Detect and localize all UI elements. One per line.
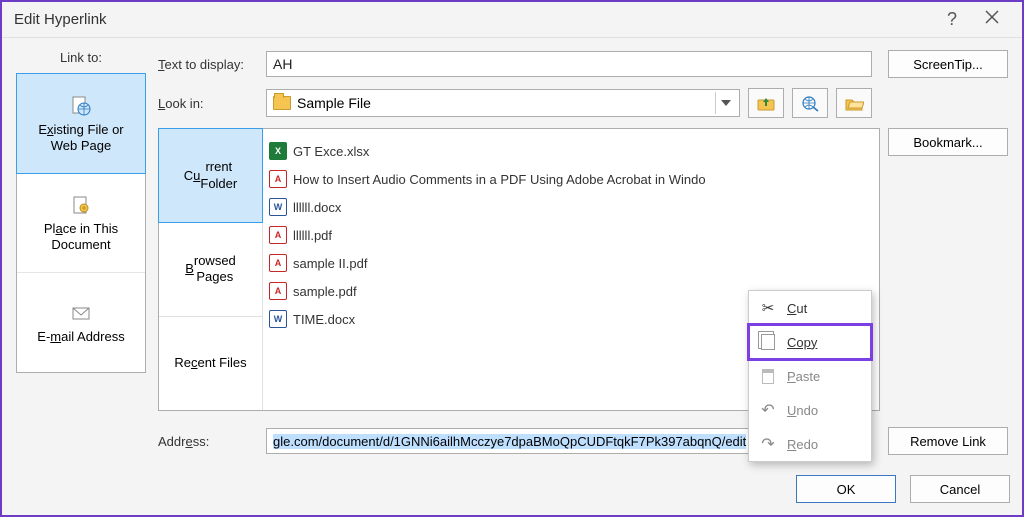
file-row[interactable]: AHow to Insert Audio Comments in a PDF U…	[269, 165, 873, 193]
cancel-button[interactable]: Cancel	[910, 475, 1010, 503]
look-in-value: Sample File	[297, 95, 709, 111]
file-row[interactable]: Wllllll.docx	[269, 193, 873, 221]
redo-icon	[759, 434, 777, 454]
context-cut[interactable]: Cut	[749, 291, 871, 325]
edit-hyperlink-dialog: Edit Hyperlink ? Link to: Existing File …	[0, 0, 1024, 517]
link-to-existing-label: Existing File orWeb Page	[38, 122, 123, 153]
look-in-dropdown[interactable]: Sample File	[266, 89, 740, 117]
look-in-label: Look in:	[158, 96, 258, 111]
context-menu: Cut Copy Paste Undo Redo	[748, 290, 872, 462]
pdf-icon: A	[269, 226, 287, 244]
link-to-existing-file[interactable]: Existing File orWeb Page	[16, 73, 146, 174]
close-button[interactable]	[972, 10, 1012, 29]
link-to-place-in-doc[interactable]: Place in ThisDocument	[17, 173, 145, 273]
context-redo: Redo	[749, 427, 871, 461]
browse-mode-tabs: CurrentFolder BrowsedPages Recent Files	[159, 129, 263, 410]
docx-icon: W	[269, 310, 287, 328]
pdf-icon: A	[269, 282, 287, 300]
link-to-label: Link to:	[60, 50, 102, 65]
file-row[interactable]: Allllll.pdf	[269, 221, 873, 249]
place-in-doc-icon	[69, 193, 93, 217]
clipboard-icon	[759, 369, 777, 384]
dialog-footer: OK Cancel	[796, 475, 1010, 503]
context-copy[interactable]: Copy	[749, 325, 871, 359]
ok-button[interactable]: OK	[796, 475, 896, 503]
copy-icon	[759, 334, 777, 350]
chevron-down-icon	[715, 92, 735, 114]
tab-recent-files[interactable]: Recent Files	[159, 317, 262, 410]
link-to-column: Link to: Existing File orWeb Page Place …	[16, 50, 146, 501]
help-button[interactable]: ?	[932, 9, 972, 30]
center-column: Text to display: ScreenTip... Look in: S…	[158, 50, 1008, 501]
file-row[interactable]: XGT Exce.xlsx	[269, 137, 873, 165]
address-label: Address:	[158, 434, 258, 449]
tab-current-folder[interactable]: CurrentFolder	[158, 128, 263, 223]
link-to-place-label: Place in ThisDocument	[44, 221, 118, 252]
pdf-icon: A	[269, 254, 287, 272]
tab-browsed-pages[interactable]: BrowsedPages	[159, 222, 262, 316]
window-title: Edit Hyperlink	[14, 11, 107, 28]
dialog-body: Link to: Existing File orWeb Page Place …	[2, 38, 1022, 515]
up-one-folder-button[interactable]	[748, 88, 784, 118]
folder-icon	[273, 96, 291, 110]
scissors-icon	[759, 299, 777, 317]
undo-icon	[759, 400, 777, 420]
context-paste: Paste	[749, 359, 871, 393]
file-row[interactable]: Asample II.pdf	[269, 249, 873, 277]
titlebar: Edit Hyperlink ?	[2, 2, 1022, 38]
look-in-row: Look in: Sample File	[158, 88, 1008, 118]
screentip-button[interactable]: ScreenTip...	[888, 50, 1008, 78]
email-icon	[69, 301, 93, 325]
browse-file-button[interactable]	[836, 88, 872, 118]
globe-file-icon	[69, 94, 93, 118]
remove-link-button[interactable]: Remove Link	[888, 427, 1008, 455]
pdf-icon: A	[269, 170, 287, 188]
address-row: Address: gle.com/document/d/1GNNi6ailhMc…	[158, 427, 1008, 455]
bookmark-button[interactable]: Bookmark...	[888, 128, 1008, 156]
docx-icon: W	[269, 198, 287, 216]
browse-web-button[interactable]	[792, 88, 828, 118]
text-to-display-label: Text to display:	[158, 57, 258, 72]
xlsx-icon: X	[269, 142, 287, 160]
text-to-display-input[interactable]	[266, 51, 872, 77]
context-undo: Undo	[749, 393, 871, 427]
link-to-email[interactable]: E-mail Address	[17, 273, 145, 372]
link-to-options: Existing File orWeb Page Place in ThisDo…	[16, 73, 146, 373]
text-to-display-row: Text to display: ScreenTip...	[158, 50, 1008, 78]
link-to-email-label: E-mail Address	[37, 329, 124, 345]
